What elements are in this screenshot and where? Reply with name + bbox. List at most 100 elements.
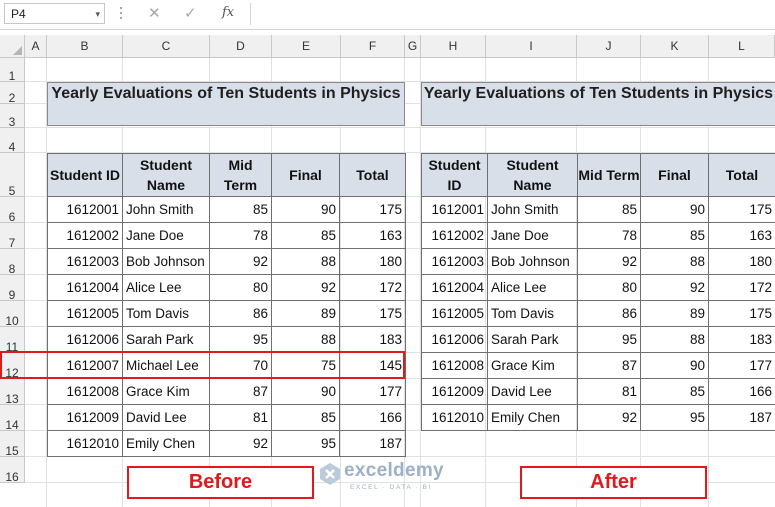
header-final[interactable]: Final bbox=[271, 153, 340, 197]
table-cell[interactable]: 85 bbox=[209, 196, 272, 223]
table-cell[interactable]: 88 bbox=[640, 326, 709, 353]
table-cell[interactable]: 92 bbox=[209, 430, 272, 457]
table-cell[interactable]: Sarah Park bbox=[122, 326, 210, 353]
table-cell[interactable]: 81 bbox=[577, 378, 641, 405]
table-cell[interactable]: 166 bbox=[339, 404, 406, 431]
row-header-16[interactable]: 16 bbox=[0, 457, 25, 483]
table-cell[interactable]: Bob Johnson bbox=[122, 248, 210, 275]
row-header-15[interactable]: 15 bbox=[0, 431, 25, 457]
table-cell[interactable]: 183 bbox=[339, 326, 406, 353]
table-cell[interactable]: 1612005 bbox=[421, 300, 488, 327]
table-cell[interactable]: 1612009 bbox=[47, 404, 123, 431]
table-cell[interactable]: David Lee bbox=[487, 378, 578, 405]
table-cell[interactable]: 175 bbox=[708, 196, 775, 223]
table-cell[interactable]: Alice Lee bbox=[487, 274, 578, 301]
resize-handle[interactable] bbox=[119, 5, 123, 22]
table-cell[interactable]: 166 bbox=[708, 378, 775, 405]
table-cell[interactable]: Tom Davis bbox=[122, 300, 210, 327]
table-cell[interactable]: 1612002 bbox=[421, 222, 488, 249]
row-header-7[interactable]: 7 bbox=[0, 223, 25, 249]
table-cell[interactable]: 180 bbox=[708, 248, 775, 275]
table-cell[interactable]: 1612003 bbox=[47, 248, 123, 275]
table-cell[interactable]: Tom Davis bbox=[487, 300, 578, 327]
column-header-e[interactable]: E bbox=[272, 35, 341, 58]
table-cell[interactable]: 1612008 bbox=[421, 352, 488, 379]
column-header-j[interactable]: J bbox=[577, 35, 641, 58]
table-cell[interactable]: 1612010 bbox=[47, 430, 123, 457]
column-header-k[interactable]: K bbox=[641, 35, 709, 58]
table-cell[interactable]: 86 bbox=[577, 300, 641, 327]
table-cell[interactable]: 92 bbox=[577, 404, 641, 431]
table-cell[interactable]: 88 bbox=[271, 248, 340, 275]
row-header-6[interactable]: 6 bbox=[0, 197, 25, 223]
header-mid-term[interactable]: Mid Term bbox=[577, 153, 641, 197]
row-header-2[interactable]: 2 bbox=[0, 82, 25, 104]
row-header-14[interactable]: 14 bbox=[0, 405, 25, 431]
table-cell[interactable]: John Smith bbox=[487, 196, 578, 223]
table-cell[interactable]: 1612010 bbox=[421, 404, 488, 431]
header-student-id[interactable]: Student ID bbox=[421, 153, 488, 197]
row-header-3[interactable]: 3 bbox=[0, 104, 25, 128]
table-cell[interactable]: 175 bbox=[708, 300, 775, 327]
row-header-1[interactable]: 1 bbox=[0, 58, 25, 82]
column-header-a[interactable]: A bbox=[25, 35, 47, 58]
table-cell[interactable]: 87 bbox=[577, 352, 641, 379]
select-all-button[interactable] bbox=[0, 35, 25, 58]
header-total[interactable]: Total bbox=[339, 153, 406, 197]
table-cell[interactable]: 80 bbox=[577, 274, 641, 301]
table-cell[interactable]: 81 bbox=[209, 404, 272, 431]
table-cell[interactable]: 90 bbox=[640, 196, 709, 223]
table-cell[interactable]: 78 bbox=[577, 222, 641, 249]
row-header-4[interactable]: 4 bbox=[0, 128, 25, 153]
table-cell[interactable]: 87 bbox=[209, 378, 272, 405]
table-cell[interactable]: 85 bbox=[271, 404, 340, 431]
table-cell[interactable]: 92 bbox=[271, 274, 340, 301]
column-header-d[interactable]: D bbox=[210, 35, 272, 58]
table-cell[interactable]: 175 bbox=[339, 196, 406, 223]
table-cell[interactable]: 172 bbox=[339, 274, 406, 301]
table-cell[interactable]: 1612003 bbox=[421, 248, 488, 275]
column-header-c[interactable]: C bbox=[123, 35, 210, 58]
row-header-10[interactable]: 10 bbox=[0, 301, 25, 327]
enter-icon[interactable]: ✓ bbox=[184, 4, 197, 22]
table-cell[interactable]: 89 bbox=[640, 300, 709, 327]
column-header-f[interactable]: F bbox=[341, 35, 405, 58]
table-cell[interactable]: Emily Chen bbox=[122, 430, 210, 457]
table-cell[interactable]: 172 bbox=[708, 274, 775, 301]
table-cell[interactable]: Grace Kim bbox=[122, 378, 210, 405]
table-cell[interactable]: 89 bbox=[271, 300, 340, 327]
chevron-down-icon[interactable]: ▾ bbox=[95, 4, 100, 25]
table-cell[interactable]: 95 bbox=[577, 326, 641, 353]
table-cell[interactable]: 1612006 bbox=[421, 326, 488, 353]
table-cell[interactable]: 95 bbox=[209, 326, 272, 353]
table-cell[interactable]: 163 bbox=[339, 222, 406, 249]
table-cell[interactable]: 95 bbox=[271, 430, 340, 457]
column-header-i[interactable]: I bbox=[486, 35, 577, 58]
table-cell[interactable]: Alice Lee bbox=[122, 274, 210, 301]
table-cell[interactable]: 88 bbox=[271, 326, 340, 353]
table-cell[interactable]: 88 bbox=[640, 248, 709, 275]
table-cell[interactable]: 180 bbox=[339, 248, 406, 275]
table-cell[interactable]: David Lee bbox=[122, 404, 210, 431]
table-cell[interactable]: 183 bbox=[708, 326, 775, 353]
column-header-b[interactable]: B bbox=[47, 35, 123, 58]
cancel-icon[interactable]: ✕ bbox=[148, 4, 161, 22]
table-cell[interactable]: 92 bbox=[209, 248, 272, 275]
table-cell[interactable]: 95 bbox=[640, 404, 709, 431]
table-cell[interactable]: 85 bbox=[640, 378, 709, 405]
column-header-g[interactable]: G bbox=[405, 35, 421, 58]
table-cell[interactable]: Grace Kim bbox=[487, 352, 578, 379]
table-cell[interactable]: 1612004 bbox=[47, 274, 123, 301]
table-cell[interactable]: 177 bbox=[708, 352, 775, 379]
table-cell[interactable]: 187 bbox=[339, 430, 406, 457]
header-student-name[interactable]: Student Name bbox=[122, 153, 210, 197]
table-cell[interactable]: 1612002 bbox=[47, 222, 123, 249]
table-cell[interactable]: 80 bbox=[209, 274, 272, 301]
row-header-5[interactable]: 5 bbox=[0, 153, 25, 197]
table-cell[interactable]: 90 bbox=[640, 352, 709, 379]
table-cell[interactable]: 1612001 bbox=[421, 196, 488, 223]
table-cell[interactable]: 90 bbox=[271, 378, 340, 405]
table-cell[interactable]: 92 bbox=[640, 274, 709, 301]
row-header-13[interactable]: 13 bbox=[0, 379, 25, 405]
column-header-l[interactable]: L bbox=[709, 35, 775, 58]
